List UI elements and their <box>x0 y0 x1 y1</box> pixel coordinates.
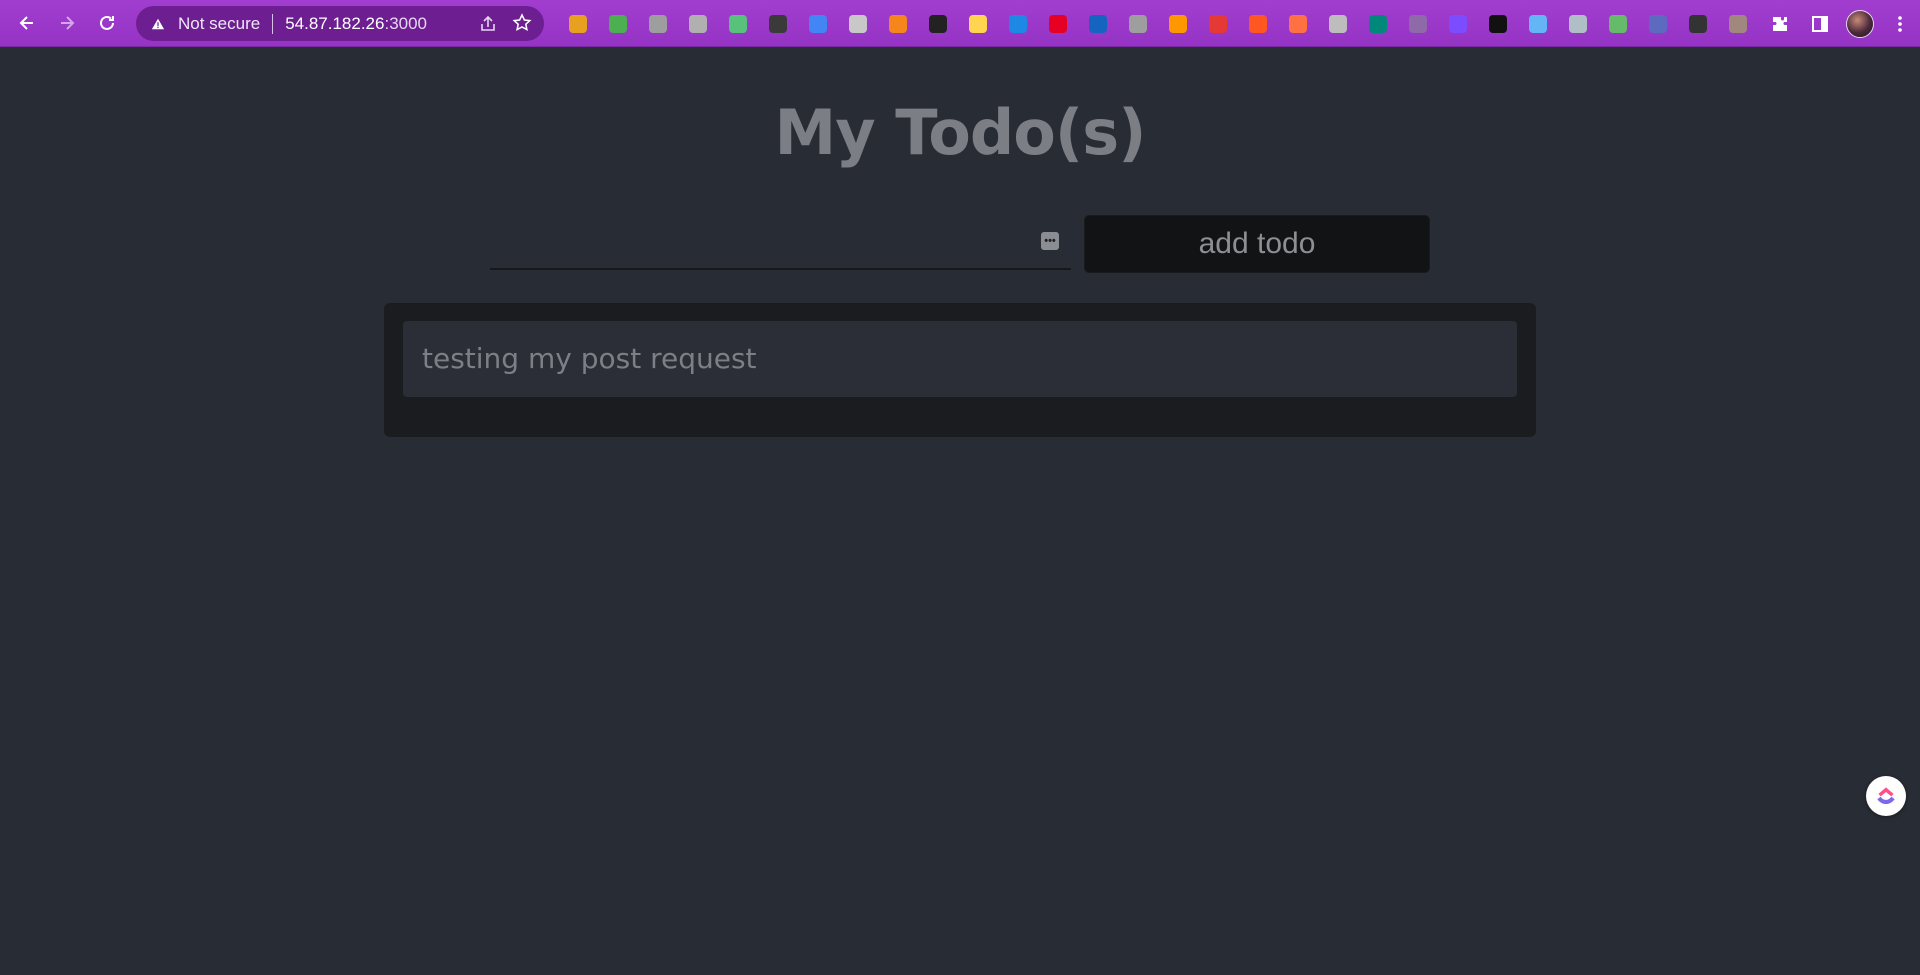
ext-24-icon[interactable] <box>1478 8 1518 40</box>
side-panel-icon[interactable] <box>1800 4 1840 44</box>
ext-13-icon[interactable] <box>1038 8 1078 40</box>
bookmark-star-icon[interactable] <box>512 13 532 33</box>
address-bar[interactable]: Not secure 54.87.182.26 :3000 <box>136 6 544 41</box>
toolbar-right <box>1760 0 1920 47</box>
ext-8-icon[interactable] <box>838 8 878 40</box>
ext-18-icon[interactable] <box>1238 8 1278 40</box>
ext-11-icon[interactable] <box>958 8 998 40</box>
todo-input[interactable] <box>490 218 1071 268</box>
arrow-right-icon <box>61 16 75 30</box>
ext-7-icon[interactable] <box>798 8 838 40</box>
address-divider <box>272 13 274 34</box>
ext-9-icon[interactable] <box>878 8 918 40</box>
todo-item[interactable]: testing my post request <box>403 321 1517 397</box>
ext-26-icon[interactable] <box>1558 8 1598 40</box>
ext-28-icon[interactable] <box>1638 8 1678 40</box>
ext-29-icon[interactable] <box>1678 8 1718 40</box>
ext-23-icon[interactable] <box>1438 8 1478 40</box>
add-todo-button[interactable]: add todo <box>1084 215 1430 273</box>
ext-30-icon[interactable] <box>1718 8 1758 40</box>
ext-19-icon[interactable] <box>1278 8 1318 40</box>
url-port[interactable]: :3000 <box>384 14 427 34</box>
forward-button[interactable] <box>47 3 87 43</box>
autofill-key-icon[interactable]: ••• <box>1041 232 1059 250</box>
ext-15-icon[interactable] <box>1118 8 1158 40</box>
ext-1-icon[interactable] <box>558 8 598 40</box>
ext-22-icon[interactable] <box>1398 8 1438 40</box>
url-host[interactable]: 54.87.182.26 <box>285 14 384 34</box>
more-menu-icon[interactable] <box>1880 4 1920 44</box>
page-title: My Todo(s) <box>774 96 1147 169</box>
ext-12-icon[interactable] <box>998 8 1038 40</box>
profile-avatar[interactable] <box>1840 4 1880 44</box>
extensions-bar <box>558 8 1758 40</box>
ext-21-icon[interactable] <box>1358 8 1398 40</box>
ext-10-icon[interactable] <box>918 8 958 40</box>
ext-25-icon[interactable] <box>1518 8 1558 40</box>
ext-5-icon[interactable] <box>718 8 758 40</box>
security-label[interactable]: Not secure <box>178 14 260 34</box>
ext-14-icon[interactable] <box>1078 8 1118 40</box>
back-button[interactable] <box>7 3 47 43</box>
ext-3-icon[interactable] <box>638 8 678 40</box>
reload-icon <box>100 15 114 30</box>
extensions-puzzle-icon[interactable] <box>1760 4 1800 44</box>
todo-list: testing my post request <box>384 303 1536 437</box>
arrow-left-icon <box>19 16 33 30</box>
ext-6-icon[interactable] <box>758 8 798 40</box>
ext-20-icon[interactable] <box>1318 8 1358 40</box>
warning-icon[interactable] <box>150 16 166 32</box>
reload-button[interactable] <box>87 3 127 43</box>
todo-input-wrapper: ••• <box>490 218 1071 270</box>
ext-16-icon[interactable] <box>1158 8 1198 40</box>
ext-27-icon[interactable] <box>1598 8 1638 40</box>
browser-toolbar: Not secure 54.87.182.26 :3000 <box>0 0 1920 47</box>
todo-page: My Todo(s) ••• add todo testing my post … <box>0 48 1920 975</box>
clickup-floating-icon[interactable] <box>1866 776 1906 816</box>
ext-4-icon[interactable] <box>678 8 718 40</box>
share-icon[interactable] <box>478 14 498 34</box>
ext-2-icon[interactable] <box>598 8 638 40</box>
ext-17-icon[interactable] <box>1198 8 1238 40</box>
